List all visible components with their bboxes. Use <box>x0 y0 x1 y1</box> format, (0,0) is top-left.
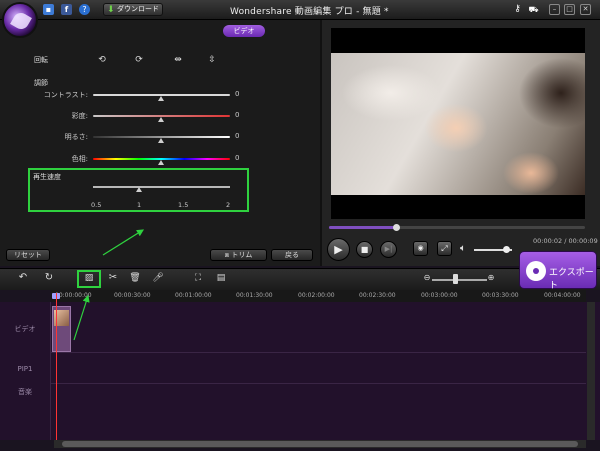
scroll-grip[interactable] <box>62 441 578 447</box>
contrast-label: コントラスト: <box>43 91 88 99</box>
rotate-right-icon[interactable]: ⟳ <box>133 55 145 65</box>
playhead[interactable] <box>56 293 57 440</box>
ruler-tick: 00:03:30:00 <box>482 292 519 299</box>
window-title: Wondershare 動画編集 プロ - 無題 * <box>230 7 389 17</box>
horizontal-scrollbar[interactable] <box>54 440 586 448</box>
time-ruler[interactable]: 00:00:00:00 00:00:30:00 00:01:00:00 00:0… <box>51 290 586 302</box>
settings-icon[interactable]: ▤ <box>215 272 227 284</box>
pip-lane[interactable] <box>50 353 586 384</box>
next-frame-button[interactable]: ▶| <box>380 241 397 258</box>
saturation-label: 彩度: <box>71 112 88 120</box>
ruler-tick: 00:01:30:00 <box>236 292 273 299</box>
film-reel-icon <box>526 261 546 281</box>
play-button[interactable]: ▶ <box>327 238 350 261</box>
export-label: エクスポート <box>549 268 594 291</box>
zoom-in-icon[interactable]: ⊕ <box>485 272 497 284</box>
track-divider <box>50 302 51 440</box>
crop-icon[interactable]: ⛶ <box>192 272 204 284</box>
speed-label: 再生速度 <box>33 173 61 181</box>
hue-label: 色相: <box>71 155 88 163</box>
ruler-tick: 00:01:00:00 <box>175 292 212 299</box>
music-lane[interactable] <box>50 384 586 440</box>
app-logo <box>2 2 38 38</box>
hue-thumb[interactable] <box>158 160 164 165</box>
adjust-label: 調節 <box>34 79 48 87</box>
hue-value: 0 <box>235 154 240 162</box>
delete-icon[interactable]: 🗑︎ <box>129 272 141 284</box>
zoom-knob[interactable] <box>453 274 458 284</box>
trim-button[interactable]: ⧈ トリム <box>210 249 267 261</box>
progress-fill <box>329 226 396 229</box>
redo-icon[interactable]: ↻ <box>43 272 55 284</box>
brightness-value: 0 <box>235 132 240 140</box>
time-readout: 00:00:02 / 00:00:09 <box>533 237 598 245</box>
stop-button[interactable]: ■ <box>356 241 373 258</box>
volume-slider[interactable] <box>474 246 512 253</box>
snapshot-button[interactable]: ◉ <box>413 241 428 256</box>
brightness-label: 明るさ: <box>64 133 88 141</box>
facebook-icon[interactable]: f <box>61 4 72 15</box>
title-bar: ▪ f ? ⬇ ダウンロード Wondershare 動画編集 プロ - 無題 … <box>0 0 600 20</box>
tab-video[interactable]: ビデオ <box>223 25 265 37</box>
progress-knob[interactable] <box>392 224 400 231</box>
undo-icon[interactable]: ↶ <box>17 272 29 284</box>
trim-label: トリム <box>231 251 253 259</box>
volume-icon[interactable]: 🔈︎ <box>460 243 466 254</box>
back-button[interactable]: 戻る <box>271 249 313 261</box>
speed-tick: 2 <box>226 201 231 209</box>
track-label-video: ビデオ <box>14 325 36 333</box>
microphone-icon[interactable]: 🎤︎ <box>152 272 164 284</box>
cut-icon[interactable]: ✂ <box>107 272 119 284</box>
brightness-slider[interactable]: 明るさ: 0 <box>0 132 320 144</box>
flip-vertical-icon[interactable]: ⇳ <box>206 55 218 65</box>
export-button[interactable]: エクスポート <box>519 251 597 291</box>
speed-tick: 1.5 <box>178 201 189 209</box>
speed-tick: 0.5 <box>91 201 102 209</box>
download-label: ダウンロード <box>117 5 159 13</box>
vertical-scrollbar[interactable] <box>587 302 595 440</box>
ruler-tick: 00:03:00:00 <box>421 292 458 299</box>
video-preview[interactable] <box>331 28 585 219</box>
save-icon[interactable]: ▪ <box>43 4 54 15</box>
edit-highlight-box <box>77 270 101 288</box>
ruler-tick: 00:04:00:00 <box>544 292 581 299</box>
saturation-value: 0 <box>235 111 240 119</box>
key-icon[interactable]: ⚷ <box>512 4 523 15</box>
maximize-button[interactable]: □ <box>564 4 575 15</box>
zoom-out-icon[interactable]: ⊖ <box>421 272 433 284</box>
ruler-tick: 00:02:30:00 <box>359 292 396 299</box>
help-icon[interactable]: ? <box>79 4 90 15</box>
download-button[interactable]: ⬇ ダウンロード <box>103 3 163 16</box>
rotation-label: 回転 <box>34 56 48 64</box>
rotate-left-icon[interactable]: ⟲ <box>96 55 108 65</box>
speed-track[interactable] <box>93 186 230 188</box>
contrast-thumb[interactable] <box>158 96 164 101</box>
track-label-pip: PIP1 <box>17 365 33 373</box>
video-clip[interactable] <box>52 306 71 352</box>
saturation-slider[interactable]: 彩度: 0 <box>0 111 320 123</box>
preview-frame <box>331 53 585 195</box>
fullscreen-button[interactable]: ⤢ <box>437 241 452 256</box>
zoom-slider[interactable] <box>432 279 487 281</box>
video-lane[interactable] <box>50 302 586 353</box>
playback-progress[interactable] <box>329 224 585 231</box>
brightness-thumb[interactable] <box>158 138 164 143</box>
ruler-tick: 00:02:00:00 <box>298 292 335 299</box>
flip-horizontal-icon[interactable]: ⇹ <box>172 55 184 65</box>
contrast-slider[interactable]: コントラスト: 0 <box>0 90 320 102</box>
ruler-tick: 00:00:30:00 <box>114 292 151 299</box>
hue-slider[interactable]: 色相: 0 <box>0 154 320 166</box>
ruler-tick: 00:00:00:00 <box>55 292 92 299</box>
download-arrow-icon: ⬇ <box>107 5 115 15</box>
cart-icon[interactable]: ⛟ <box>528 4 539 15</box>
reset-button[interactable]: リセット <box>6 249 50 261</box>
contrast-value: 0 <box>235 90 240 98</box>
speed-tick: 1 <box>137 201 142 209</box>
close-button[interactable]: ✕ <box>580 4 591 15</box>
speed-thumb[interactable] <box>136 187 142 192</box>
saturation-thumb[interactable] <box>158 117 164 122</box>
track-label-music: 音楽 <box>18 388 32 396</box>
minimize-button[interactable]: – <box>549 4 560 15</box>
